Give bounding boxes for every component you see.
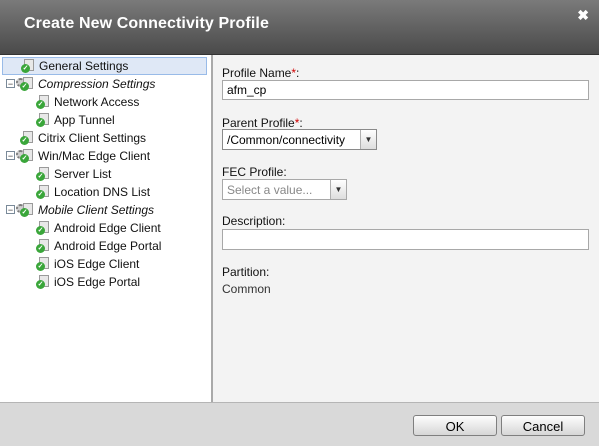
tree-item-server-list[interactable]: ✓ Server List <box>36 165 111 183</box>
tree-item-network-access[interactable]: ✓ Network Access <box>36 93 139 111</box>
fec-profile-select[interactable]: Select a value... ▼ <box>222 179 347 200</box>
collapse-toggle-icon[interactable]: − <box>6 151 15 161</box>
tree-item-label: Server List <box>54 167 112 181</box>
tree-item-location-dns-list[interactable]: ✓ Location DNS List <box>36 183 150 201</box>
gear-group-icon: ✓ <box>16 203 34 217</box>
check-gear-icon: ✓ <box>36 257 50 271</box>
tree-item-label: Network Access <box>54 95 140 109</box>
fec-profile-label: FEC Profile: <box>222 165 287 179</box>
tree-item-label: App Tunnel <box>54 113 115 127</box>
parent-profile-label: Parent Profile*: <box>222 116 303 130</box>
profile-name-label: Profile Name*: <box>222 66 300 80</box>
dialog-footer: OK Cancel <box>0 402 599 446</box>
partition-label: Partition: <box>222 265 270 279</box>
settings-tree: ✓ General Settings − ✓ Compression Settings ✓… <box>0 55 213 402</box>
tree-item-label: iOS Edge Portal <box>54 275 141 289</box>
check-gear-icon: ✓ <box>36 113 50 127</box>
tree-item-label: Android Edge Portal <box>54 239 162 253</box>
tree-item-ios-edge-portal[interactable]: ✓ iOS Edge Portal <box>36 273 140 291</box>
description-input[interactable] <box>222 229 589 250</box>
profile-form: Profile Name*: Parent Profile*: /Common/… <box>213 55 599 402</box>
gear-group-icon: ✓ <box>16 77 34 91</box>
chevron-down-icon: ▼ <box>330 180 346 199</box>
close-icon[interactable]: ✖ <box>577 7 589 24</box>
check-gear-icon: ✓ <box>36 239 50 253</box>
tree-item-label: Android Edge Client <box>54 221 161 235</box>
connectivity-profile-dialog: Create New Connectivity Profile ✖ ✓ Gener… <box>0 0 599 446</box>
ok-button[interactable]: OK <box>413 415 497 436</box>
cancel-button[interactable]: Cancel <box>501 415 585 436</box>
collapse-toggle-icon[interactable]: − <box>6 205 15 215</box>
check-gear-icon: ✓ <box>36 167 50 181</box>
tree-item-app-tunnel[interactable]: ✓ App Tunnel <box>36 111 115 129</box>
tree-item-label: Win/Mac Edge Client <box>38 149 151 163</box>
tree-item-label: iOS Edge Client <box>54 257 140 271</box>
description-label: Description: <box>222 214 286 228</box>
partition-value: Common <box>222 282 271 296</box>
check-gear-icon: ✓ <box>36 221 50 235</box>
tree-item-mobile-client-settings[interactable]: − ✓ Mobile Client Settings <box>6 201 155 219</box>
check-gear-icon: ✓ <box>36 275 50 289</box>
tree-item-compression-settings[interactable]: − ✓ Compression Settings <box>6 75 156 93</box>
tree-item-label: General Settings <box>39 59 129 73</box>
tree-item-label: Compression Settings <box>38 77 156 91</box>
dialog-title: Create New Connectivity Profile <box>24 15 269 32</box>
check-gear-icon: ✓ <box>21 59 35 73</box>
check-gear-icon: ✓ <box>36 95 50 109</box>
tree-item-general-settings[interactable]: ✓ General Settings <box>2 57 207 75</box>
fec-profile-placeholder: Select a value... <box>227 183 313 197</box>
check-gear-icon: ✓ <box>20 131 34 145</box>
chevron-down-icon: ▼ <box>360 130 376 149</box>
tree-item-label: Location DNS List <box>54 185 151 199</box>
dialog-titlebar: Create New Connectivity Profile ✖ <box>0 0 599 55</box>
tree-item-win-mac-edge-client[interactable]: − ✓ Win/Mac Edge Client <box>6 147 151 165</box>
parent-profile-value: /Common/connectivity <box>227 133 346 147</box>
tree-item-label: Mobile Client Settings <box>38 203 155 217</box>
tree-item-citrix-client-settings[interactable]: ✓ Citrix Client Settings <box>20 129 146 147</box>
parent-profile-select[interactable]: /Common/connectivity ▼ <box>222 129 377 150</box>
gear-group-icon: ✓ <box>16 149 34 163</box>
check-gear-icon: ✓ <box>36 185 50 199</box>
tree-item-android-edge-client[interactable]: ✓ Android Edge Client <box>36 219 161 237</box>
tree-item-android-edge-portal[interactable]: ✓ Android Edge Portal <box>36 237 161 255</box>
collapse-toggle-icon[interactable]: − <box>6 79 15 89</box>
tree-item-label: Citrix Client Settings <box>38 131 147 145</box>
tree-item-ios-edge-client[interactable]: ✓ iOS Edge Client <box>36 255 139 273</box>
profile-name-input[interactable] <box>222 80 589 100</box>
